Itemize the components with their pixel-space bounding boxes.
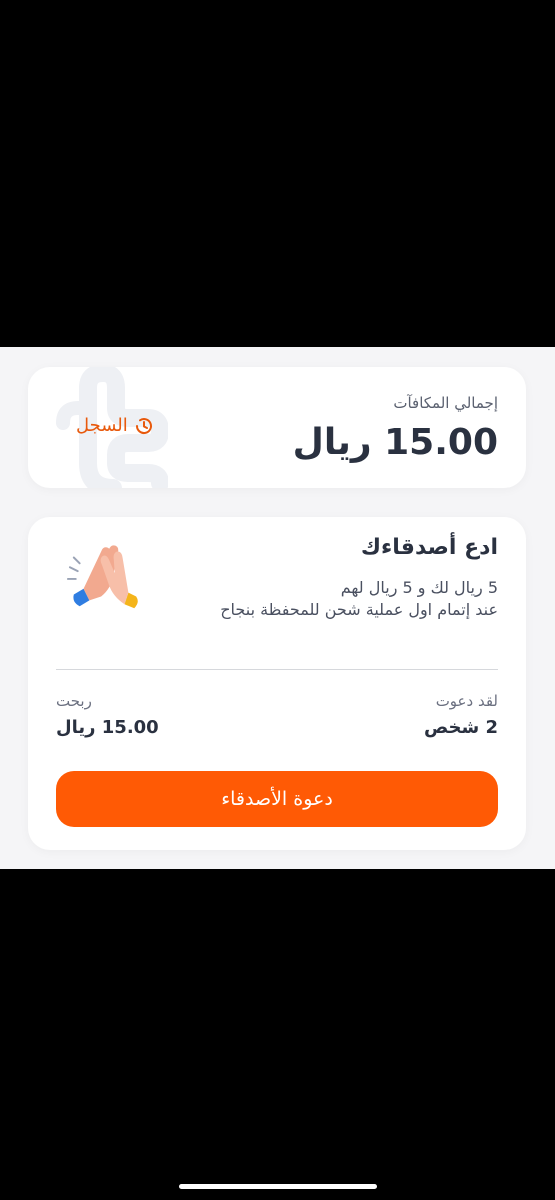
invited-count-label: لقد دعوت: [435, 692, 498, 710]
earned-value: 15.00 ريال: [56, 717, 159, 738]
divider: [56, 669, 498, 670]
home-indicator[interactable]: [179, 1184, 377, 1189]
invited-count-value: 2 شخص: [423, 717, 498, 738]
invite-desc-line2: عند إتمام اول عملية شحن للمحفظة بنجاح: [220, 600, 498, 619]
referral-content: إجمالي المكافآت 15.00 ريال السجل ادع أصد…: [0, 347, 555, 869]
invite-friends-button[interactable]: دعوة الأصدقاء: [56, 771, 498, 827]
invite-description: 5 ريال لك و 5 ريال لهم عند إتمام اول عمل…: [168, 577, 498, 621]
rewards-total-label: إجمالي المكافآت: [393, 394, 498, 412]
high-five-icon: [66, 545, 138, 609]
screen: إجمالي المكافآت 15.00 ريال السجل ادع أصد…: [0, 0, 555, 1200]
rewards-card: إجمالي المكافآت 15.00 ريال السجل: [28, 367, 526, 488]
rewards-total-amount: 15.00 ريال: [292, 422, 498, 463]
history-label: السجل: [76, 415, 128, 436]
history-clock-icon: [135, 417, 152, 434]
invite-desc-line1: 5 ريال لك و 5 ريال لهم: [340, 578, 498, 597]
history-link[interactable]: السجل: [76, 415, 154, 436]
invite-title: ادع أصدقاءك: [360, 535, 498, 560]
earned-label: ربحت: [56, 692, 92, 710]
invite-card: ادع أصدقاءك 5 ريال لك و 5 ريال لهم عند إ…: [28, 517, 526, 850]
